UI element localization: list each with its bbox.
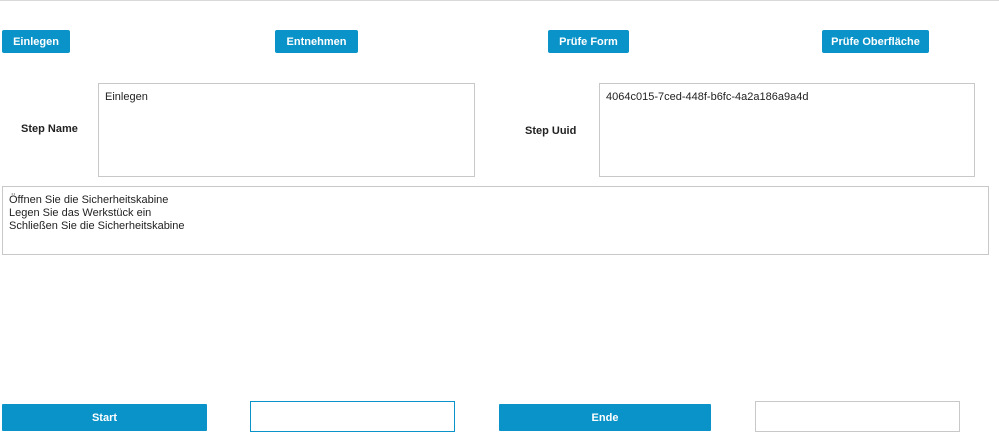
step-name-label: Step Name	[21, 123, 78, 135]
end-button[interactable]: Ende	[499, 404, 711, 431]
start-button[interactable]: Start	[2, 404, 207, 431]
instruction-line: Schließen Sie die Sicherheitskabine	[9, 220, 185, 232]
instruction-line: Legen Sie das Werkstück ein	[9, 207, 152, 219]
step-uuid-label: Step Uuid	[525, 125, 577, 137]
top-divider	[0, 0, 999, 1]
step-editor-page: Einlegen Entnehmen Prüfe Form Prüfe Ober…	[0, 0, 999, 435]
end-input[interactable]	[755, 401, 960, 432]
einlegen-button[interactable]: Einlegen	[2, 30, 70, 53]
instruction-line: Öffnen Sie die Sicherheitskabine	[9, 194, 169, 206]
start-input[interactable]	[250, 401, 455, 432]
instructions-field[interactable]: Öffnen Sie die Sicherheitskabine Legen S…	[2, 186, 989, 255]
pruefe-form-button[interactable]: Prüfe Form	[548, 30, 629, 53]
step-name-field[interactable]: Einlegen	[98, 83, 475, 177]
step-name-value: Einlegen	[105, 91, 148, 103]
step-uuid-field[interactable]: 4064c015-7ced-448f-b6fc-4a2a186a9a4d	[599, 83, 975, 177]
pruefe-oberflaeche-button[interactable]: Prüfe Oberfläche	[822, 30, 929, 53]
entnehmen-button[interactable]: Entnehmen	[275, 30, 358, 53]
step-uuid-value: 4064c015-7ced-448f-b6fc-4a2a186a9a4d	[606, 91, 809, 103]
